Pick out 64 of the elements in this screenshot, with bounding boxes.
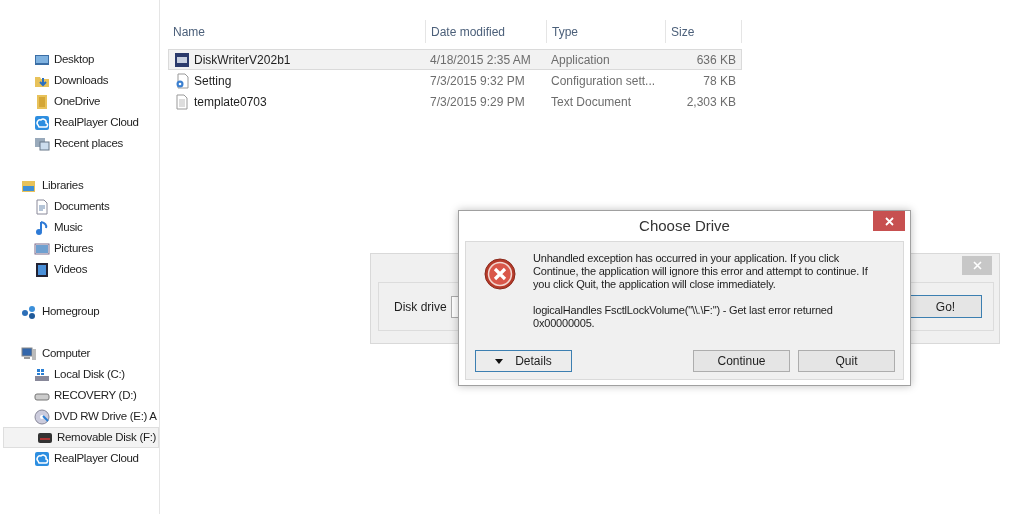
film-icon bbox=[34, 261, 50, 278]
table-cell-text: 4/18/2015 2:35 AM bbox=[430, 51, 531, 69]
computer-icon bbox=[21, 345, 37, 362]
table-cell-text: DiskWriterV202b1 bbox=[194, 51, 291, 69]
dialog-button[interactable]: Quit bbox=[798, 350, 895, 372]
drive-label: Disk drive bbox=[394, 298, 448, 316]
sidebar-item[interactable]: Music bbox=[0, 217, 159, 238]
sidebar-item[interactable]: Homegroup bbox=[0, 301, 159, 322]
close-icon bbox=[972, 261, 982, 270]
table-cell-text: Configuration sett... bbox=[551, 72, 656, 90]
close-button[interactable] bbox=[873, 211, 905, 231]
column-header[interactable]: Type bbox=[547, 20, 666, 43]
table-cell-text: Text Document bbox=[551, 93, 632, 111]
column-header[interactable]: Name bbox=[168, 20, 426, 43]
sidebar-item[interactable]: Libraries bbox=[0, 175, 159, 196]
sidebar-item[interactable]: Videos bbox=[0, 259, 159, 280]
details-button[interactable]: Details bbox=[475, 350, 572, 372]
caret-icon bbox=[495, 358, 504, 364]
table-cell-text: 78 KB bbox=[703, 72, 736, 90]
file-row[interactable]: DiskWriterV202b1 4/18/2015 2:35 AM Application 636 KB bbox=[168, 49, 742, 70]
folder-icon bbox=[34, 93, 50, 110]
picture-icon bbox=[34, 240, 50, 257]
table-cell-text: Application bbox=[551, 51, 610, 69]
sidebar-item[interactable]: Pictures bbox=[0, 238, 159, 259]
go-button[interactable]: Go! bbox=[909, 295, 982, 318]
cloud-icon bbox=[34, 450, 50, 467]
sidebar-item[interactable]: DVD RW Drive (E:) A bbox=[0, 406, 159, 427]
error-detail: logicalHandles FsctlLockVolume("\\.\F:") - Get last error returned 0x00000005. bbox=[533, 304, 834, 330]
dialog-button[interactable]: Continue bbox=[693, 350, 790, 372]
window-stack-icon bbox=[34, 135, 50, 152]
sidebar-item[interactable]: Removable Disk (F:) bbox=[3, 427, 159, 448]
document-icon bbox=[34, 198, 50, 215]
application-icon bbox=[174, 51, 190, 68]
sidebar-item[interactable]: Desktop bbox=[0, 49, 159, 70]
close-icon bbox=[884, 216, 894, 226]
cloud-icon bbox=[34, 114, 50, 131]
table-cell-text: 2,303 KB bbox=[686, 93, 736, 111]
hard-drive-icon bbox=[34, 366, 50, 383]
table-cell-text: 636 KB bbox=[696, 51, 736, 69]
sidebar-item[interactable]: Documents bbox=[0, 196, 159, 217]
music-note-icon bbox=[34, 219, 50, 236]
error-icon bbox=[484, 258, 516, 290]
file-row[interactable]: template0703 7/3/2015 9:29 PM Text Document 2,303 KB bbox=[168, 91, 742, 112]
gear-document-icon bbox=[174, 72, 190, 89]
people-icon bbox=[21, 303, 37, 320]
file-row[interactable]: Setting 7/3/2015 9:32 PM Configuration sett... 78 KB bbox=[168, 70, 742, 91]
text-document-icon bbox=[174, 93, 190, 110]
sidebar-item[interactable]: Recent places bbox=[0, 133, 159, 154]
sidebar-item[interactable]: Local Disk (C:) bbox=[0, 364, 159, 385]
table-cell-text: 7/3/2015 9:29 PM bbox=[430, 93, 525, 111]
sidebar-item[interactable]: OneDrive bbox=[0, 91, 159, 112]
table-cell-text: Setting bbox=[194, 72, 232, 90]
sidebar-item[interactable]: RealPlayer Cloud bbox=[0, 448, 159, 469]
disc-icon bbox=[34, 408, 50, 425]
table-cell-text: 7/3/2015 9:32 PM bbox=[430, 72, 525, 90]
column-header[interactable]: Date modified bbox=[426, 20, 547, 43]
sidebar-item[interactable]: Downloads bbox=[0, 70, 159, 91]
dialog-title: Choose Drive bbox=[639, 215, 730, 236]
sidebar-item[interactable]: RealPlayer Cloud bbox=[0, 112, 159, 133]
column-header[interactable]: Size bbox=[666, 20, 742, 43]
table-cell-text: template0703 bbox=[194, 93, 267, 111]
sidebar-item[interactable]: RECOVERY (D:) bbox=[0, 385, 159, 406]
sidebar-item[interactable]: Computer bbox=[0, 343, 159, 364]
error-message: Unhandled exception has occurred in your application. If you click Continue, the application will ignore this error and attempt to continue. If you click Quit, the application will close immediately. bbox=[533, 252, 869, 291]
